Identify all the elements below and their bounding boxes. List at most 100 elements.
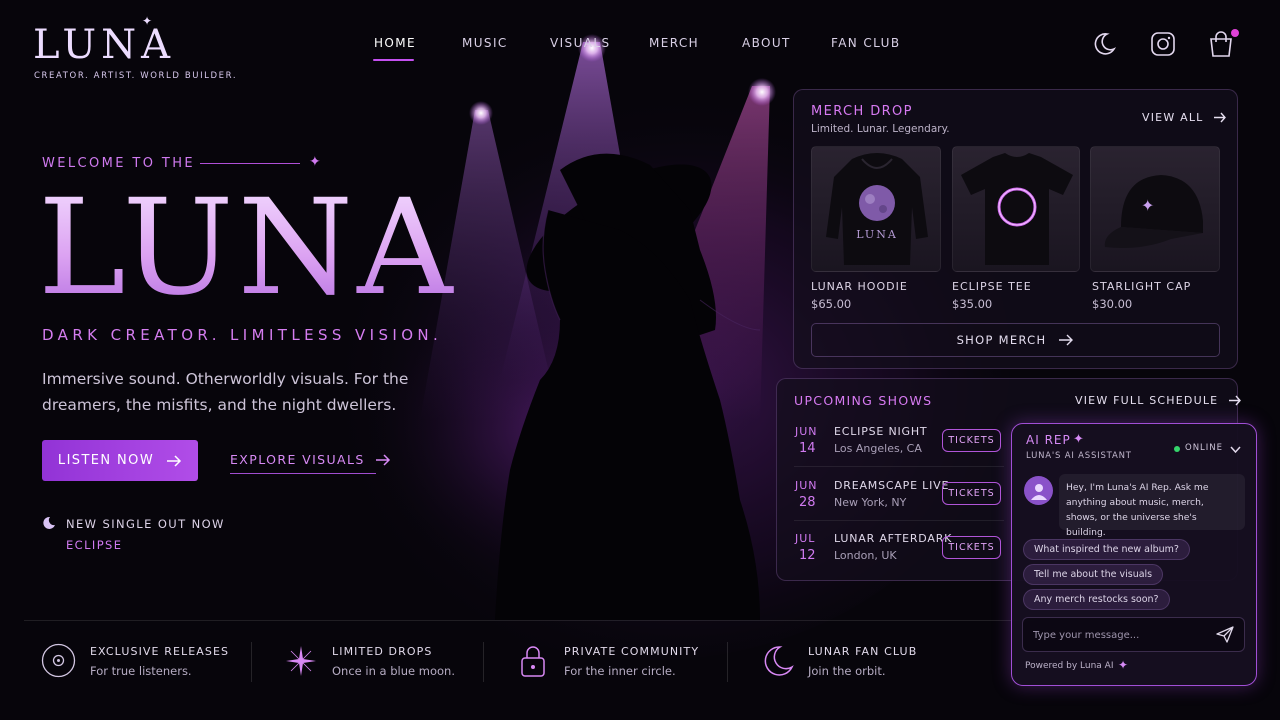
message-input[interactable]: [1033, 627, 1213, 643]
instagram-icon[interactable]: [1149, 30, 1177, 58]
row-divider: [794, 520, 1004, 521]
tickets-button[interactable]: TICKETS: [942, 482, 1001, 505]
crescent-moon-icon: [764, 646, 794, 676]
hero-title: LUNA: [38, 171, 457, 325]
show-month: JUN: [795, 479, 818, 492]
show-city: Los Angeles, CA: [834, 442, 922, 455]
show-month: JUN: [795, 425, 818, 438]
listen-now-label: LISTEN NOW: [57, 453, 155, 468]
feature-subtitle: For true listeners.: [90, 664, 192, 678]
show-city: New York, NY: [834, 496, 907, 509]
show-name: DREAMSCAPE LIVE: [834, 479, 950, 492]
nav-visuals[interactable]: VISUALS: [550, 36, 610, 50]
message-input-container: [1022, 617, 1245, 652]
view-all-merch-link[interactable]: VIEW ALL: [1142, 111, 1227, 124]
hero-welcome: WELCOME TO THE: [42, 156, 196, 171]
feature-title: LUNAR FAN CLUB: [808, 645, 918, 658]
chat-title: AI REP: [1026, 433, 1071, 447]
feature-strip-divider: [24, 620, 1034, 621]
lock-icon: [521, 646, 545, 677]
hoodie-image: LUNA: [826, 153, 928, 265]
welcome-divider: [200, 163, 300, 164]
logo[interactable]: LUNA: [33, 22, 175, 68]
feature-title: EXCLUSIVE RELEASES: [90, 645, 230, 658]
cart-badge: [1231, 29, 1239, 37]
show-name: ECLIPSE NIGHT: [834, 425, 928, 438]
shop-merch-label: SHOP MERCH: [956, 333, 1047, 347]
tickets-button[interactable]: TICKETS: [942, 536, 1001, 559]
merch-subtitle: Limited. Lunar. Legendary.: [811, 123, 950, 135]
arrow-right-icon: [375, 453, 390, 466]
view-full-schedule-label: VIEW FULL SCHEDULE: [1075, 394, 1219, 407]
explore-underline: [230, 473, 376, 474]
tickets-button[interactable]: TICKETS: [942, 429, 1001, 452]
product-price: $35.00: [952, 297, 993, 311]
shows-title: UPCOMING SHOWS: [794, 393, 933, 408]
new-single-name[interactable]: ECLIPSE: [66, 538, 122, 552]
row-divider: [794, 466, 1004, 467]
nav-fan-club[interactable]: FAN CLUB: [831, 36, 900, 50]
product-name: LUNAR HOODIE: [811, 280, 908, 293]
product-card-cap[interactable]: ✦: [1090, 146, 1220, 272]
nav-about[interactable]: ABOUT: [742, 36, 791, 50]
user-icon: [1030, 483, 1047, 500]
feature-subtitle: Join the orbit.: [808, 664, 886, 678]
nav-merch[interactable]: MERCH: [649, 36, 699, 50]
powered-by-label: Powered by Luna AI: [1025, 661, 1114, 671]
svg-text:✦: ✦: [1141, 196, 1154, 215]
show-month: JUL: [795, 532, 816, 545]
logo-star-icon: ✦: [142, 14, 153, 28]
sparkle-icon: ✦: [309, 154, 321, 170]
online-status-dot: [1174, 446, 1180, 452]
vinyl-icon: [41, 643, 76, 678]
suggestion-chip[interactable]: Any merch restocks soon?: [1023, 589, 1170, 610]
explore-visuals-link[interactable]: EXPLORE VISUALS: [230, 452, 391, 467]
hero-description: Immersive sound. Otherworldly visuals. F…: [42, 370, 409, 414]
nav-active-indicator: [373, 59, 414, 61]
send-icon[interactable]: [1216, 626, 1234, 643]
hoodie-print-text: LUNA: [856, 228, 898, 241]
feature-divider: [483, 642, 484, 682]
product-card-tee[interactable]: [952, 146, 1080, 272]
arrow-right-icon: [1214, 112, 1227, 123]
product-price: $65.00: [811, 297, 852, 311]
avatar: [1024, 476, 1053, 505]
suggestion-chip[interactable]: What inspired the new album?: [1023, 539, 1190, 560]
listen-now-button[interactable]: LISTEN NOW: [42, 440, 198, 481]
tee-image: [961, 153, 1073, 265]
sparkle-icon: [286, 646, 316, 676]
product-name: STARLIGHT CAP: [1092, 280, 1192, 293]
feature-subtitle: For the inner circle.: [564, 664, 676, 678]
nav-music[interactable]: MUSIC: [462, 36, 508, 50]
chevron-down-icon[interactable]: [1229, 443, 1242, 456]
product-name: ECLIPSE TEE: [952, 280, 1032, 293]
product-card-hoodie[interactable]: LUNA: [811, 146, 941, 272]
feature-divider: [727, 642, 728, 682]
sparkle-icon: ✦: [1118, 658, 1129, 672]
show-day: 28: [799, 495, 816, 510]
show-day: 12: [799, 548, 816, 563]
view-full-schedule-link[interactable]: VIEW FULL SCHEDULE: [1075, 394, 1242, 407]
arrow-right-icon: [167, 454, 182, 467]
show-city: London, UK: [834, 549, 897, 562]
cap-image: ✦: [1104, 175, 1203, 248]
crescent-moon-icon: [43, 516, 55, 529]
tagline: CREATOR. ARTIST. WORLD BUILDER.: [34, 71, 238, 81]
feature-subtitle: Once in a blue moon.: [332, 664, 455, 678]
moon-icon[interactable]: [1090, 30, 1118, 58]
online-status-label: ONLINE: [1185, 443, 1224, 453]
suggestion-chip[interactable]: Tell me about the visuals: [1023, 564, 1164, 585]
shop-merch-button[interactable]: SHOP MERCH: [811, 323, 1220, 357]
sparkle-icon: ✦: [1073, 432, 1084, 447]
chat-message-bubble: Hey, I'm Luna's AI Rep. Ask me anything …: [1059, 474, 1245, 538]
arrow-right-icon: [1059, 334, 1074, 346]
nav-home[interactable]: HOME: [374, 36, 416, 50]
new-single-label: NEW SINGLE OUT NOW: [66, 517, 225, 531]
product-price: $30.00: [1092, 297, 1133, 311]
view-all-label: VIEW ALL: [1142, 111, 1204, 124]
arrow-right-icon: [1229, 395, 1242, 406]
feature-title: PRIVATE COMMUNITY: [564, 645, 700, 658]
feature-divider: [251, 642, 252, 682]
show-name: LUNAR AFTERDARK: [834, 532, 953, 545]
chat-subtitle: LUNA'S AI ASSISTANT: [1026, 451, 1132, 461]
